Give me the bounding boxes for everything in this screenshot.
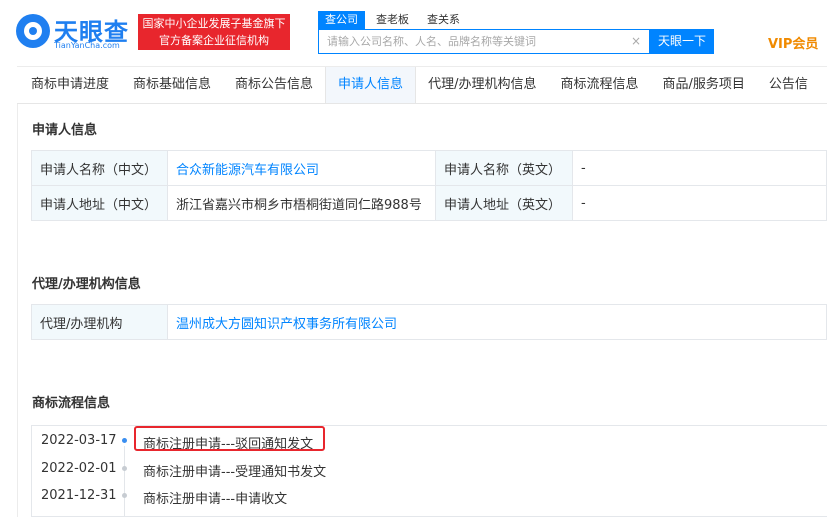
tab-applicant-info[interactable]: 申请人信息 <box>325 67 417 103</box>
flow-text: 商标注册申请---申请收文 <box>143 492 288 507</box>
badge-line-1: 国家中小企业发展子基金旗下 <box>142 17 286 30</box>
tab-basic-info[interactable]: 商标基础信息 <box>121 67 223 103</box>
tab-process-info[interactable]: 商标流程信息 <box>548 67 650 103</box>
applicant-addr-en-label: 申请人地址（英文） <box>435 185 573 221</box>
official-badge: 国家中小企业发展子基金旗下 官方备案企业征信机构 <box>138 14 290 50</box>
vip-link[interactable]: VIP会员 <box>768 33 818 52</box>
tab-announcement[interactable]: 公告信 <box>757 67 820 103</box>
agent-info-table: 代理/办理机构 温州成大方圆知识产权事务所有限公司 <box>31 304 827 340</box>
applicant-addr-cn-label: 申请人地址（中文） <box>31 185 168 221</box>
agent-label: 代理/办理机构 <box>31 304 168 340</box>
applicant-name-en-label: 申请人名称（英文） <box>435 150 573 186</box>
agent-section-title: 代理/办理机构信息 <box>32 277 141 292</box>
flow-section-title: 商标流程信息 <box>32 396 111 411</box>
applicant-info-table: 申请人名称（中文） 合众新能源汽车有限公司 申请人名称（英文） - 申请人地址（… <box>31 150 827 221</box>
search-input[interactable] <box>319 30 627 53</box>
detail-tab-bar: 商标申请进度 商标基础信息 商标公告信息 申请人信息 代理/办理机构信息 商标流… <box>17 66 827 104</box>
tab-announcement-info[interactable]: 商标公告信息 <box>223 67 325 103</box>
logo-subtext: TianYanCha.com <box>54 41 120 50</box>
badge-line-2: 官方备案企业征信机构 <box>159 34 269 47</box>
applicant-name-link[interactable]: 合众新能源汽车有限公司 <box>176 163 319 178</box>
site-header: 天眼查 TianYanCha.com 国家中小企业发展子基金旗下 官方备案企业征… <box>0 0 827 66</box>
flow-text: 商标注册申请---受理通知书发文 <box>143 465 327 480</box>
timeline-dot-icon <box>122 466 127 471</box>
tab-goods-services[interactable]: 商品/服务项目 <box>650 67 756 103</box>
applicant-addr-en-value: - <box>572 185 827 221</box>
table-row: 申请人地址（中文） 浙江省嘉兴市桐乡市梧桐街道同仁路988号 申请人地址（英文）… <box>31 185 827 221</box>
table-row: 代理/办理机构 温州成大方圆知识产权事务所有限公司 <box>31 304 827 340</box>
search-tab-company[interactable]: 查公司 <box>318 11 365 29</box>
search-button[interactable]: 天眼一下 <box>650 29 714 54</box>
list-item: 2021-12-31 商标注册申请---申请收文 <box>32 482 827 510</box>
timeline-dot-icon <box>122 438 127 443</box>
clear-icon[interactable]: × <box>631 34 641 48</box>
list-item: 2022-02-01 商标注册申请---受理通知书发文 <box>32 455 827 483</box>
search-tab-boss[interactable]: 查老板 <box>369 11 416 29</box>
applicant-section-title: 申请人信息 <box>32 123 98 138</box>
flow-date: 2021-12-31 <box>41 488 117 503</box>
agent-name-link[interactable]: 温州成大方圆知识产权事务所有限公司 <box>176 317 397 332</box>
search-type-tabs: 查公司 查老板 查关系 <box>318 11 467 29</box>
tab-agent-info[interactable]: 代理/办理机构信息 <box>416 67 548 103</box>
applicant-name-en-value: - <box>572 150 827 186</box>
flow-date: 2022-02-01 <box>41 461 117 476</box>
search-tab-relation[interactable]: 查关系 <box>420 11 467 29</box>
applicant-addr-cn-value: 浙江省嘉兴市桐乡市梧桐街道同仁路988号 <box>167 185 436 221</box>
applicant-name-cn-label: 申请人名称（中文） <box>31 150 168 186</box>
tab-application-progress[interactable]: 商标申请进度 <box>17 67 121 103</box>
eye-logo-icon <box>16 14 50 48</box>
flow-date: 2022-03-17 <box>41 433 117 448</box>
tianyancha-logo[interactable]: 天眼查 TianYanCha.com <box>16 12 132 54</box>
search-box: × <box>318 29 650 54</box>
table-row: 申请人名称（中文） 合众新能源汽车有限公司 申请人名称（英文） - <box>31 150 827 186</box>
highlight-box <box>134 426 325 451</box>
timeline-dot-icon <box>122 493 127 498</box>
